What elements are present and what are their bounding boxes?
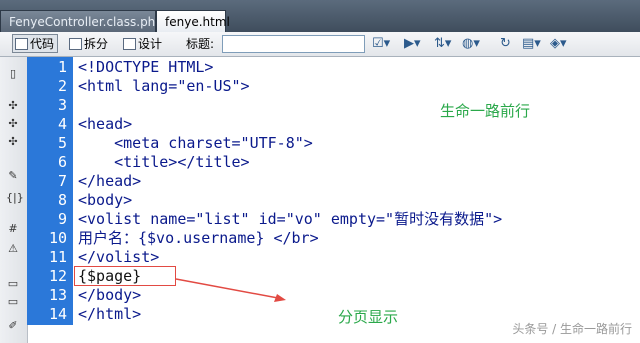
- annotation-page-label: 分页显示: [338, 308, 399, 326]
- watermark: 头条号 / 生命一路前行: [512, 322, 632, 336]
- annotation-arrow: [175, 278, 286, 302]
